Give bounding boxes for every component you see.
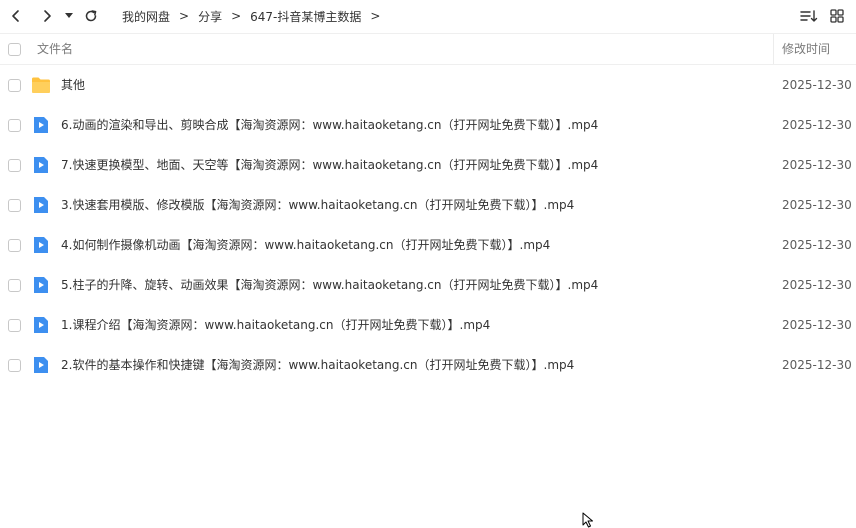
folder-icon xyxy=(32,77,50,93)
breadcrumb: 我的网盘 > 分享 > 647-抖音某博主数据 > xyxy=(122,0,389,32)
file-name: 5.柱子的升降、旋转、动画效果【海淘资源网：www.haitaoketang.c… xyxy=(61,278,599,292)
video-file-icon xyxy=(34,357,48,373)
row-checkbox[interactable] xyxy=(8,319,21,332)
video-file-icon xyxy=(34,317,48,333)
file-name: 6.动画的渲染和导出、剪映合成【海淘资源网：www.haitaoketang.c… xyxy=(61,118,599,132)
file-modified-time: 2025-12-30 1 xyxy=(782,358,856,372)
video-file-icon xyxy=(34,117,48,133)
file-row[interactable]: 6.动画的渲染和导出、剪映合成【海淘资源网：www.haitaoketang.c… xyxy=(0,105,856,145)
breadcrumb-item-current-folder[interactable]: 647-抖音某博主数据 xyxy=(250,8,361,25)
caret-down-icon xyxy=(65,13,73,18)
file-modified-time: 2025-12-30 1 xyxy=(782,198,856,212)
file-modified-time: 2025-12-30 1 xyxy=(782,318,856,332)
breadcrumb-item-share[interactable]: 分享 xyxy=(198,8,222,25)
breadcrumb-separator: > xyxy=(179,9,190,23)
file-list: 其他 2025-12-30 1 6.动画的渲染和导出、剪映合成【海淘资源网：ww… xyxy=(0,65,856,385)
file-modified-time: 2025-12-30 1 xyxy=(782,78,856,92)
row-checkbox[interactable] xyxy=(8,279,21,292)
mouse-cursor-icon xyxy=(582,512,593,528)
refresh-icon xyxy=(85,10,97,22)
back-button[interactable] xyxy=(6,6,26,26)
file-name: 4.如何制作摄像机动画【海淘资源网：www.haitaoketang.cn（打开… xyxy=(61,238,551,252)
file-row[interactable]: 2.软件的基本操作和快捷键【海淘资源网：www.haitaoketang.cn（… xyxy=(0,345,856,385)
row-checkbox[interactable] xyxy=(8,79,21,92)
file-modified-time: 2025-12-30 1 xyxy=(782,278,856,292)
history-dropdown-button[interactable] xyxy=(60,6,78,26)
row-checkbox[interactable] xyxy=(8,119,21,132)
file-row[interactable]: 5.柱子的升降、旋转、动画效果【海淘资源网：www.haitaoketang.c… xyxy=(0,265,856,305)
file-name: 2.软件的基本操作和快捷键【海淘资源网：www.haitaoketang.cn（… xyxy=(61,358,575,372)
forward-button[interactable] xyxy=(37,6,57,26)
file-name: 7.快速更换模型、地面、天空等【海淘资源网：www.haitaoketang.c… xyxy=(61,158,599,172)
file-name: 1.课程介绍【海淘资源网：www.haitaoketang.cn（打开网址免费下… xyxy=(61,318,491,332)
breadcrumb-item-my-drive[interactable]: 我的网盘 xyxy=(122,8,170,25)
folder-row[interactable]: 其他 2025-12-30 1 xyxy=(0,65,856,105)
file-modified-time: 2025-12-30 1 xyxy=(782,238,856,252)
sort-button[interactable] xyxy=(799,6,819,26)
column-header-modified[interactable]: 修改时间 xyxy=(782,34,830,64)
chevron-left-icon xyxy=(12,10,19,22)
column-divider[interactable] xyxy=(773,34,774,64)
row-checkbox[interactable] xyxy=(8,359,21,372)
breadcrumb-expand[interactable]: > xyxy=(370,9,380,23)
video-file-icon xyxy=(34,197,48,213)
grid-view-button[interactable] xyxy=(827,6,847,26)
video-file-icon xyxy=(34,277,48,293)
refresh-button[interactable] xyxy=(81,6,101,26)
file-row[interactable]: 1.课程介绍【海淘资源网：www.haitaoketang.cn（打开网址免费下… xyxy=(0,305,856,345)
file-list-header: 文件名 修改时间 xyxy=(0,33,856,65)
file-modified-time: 2025-12-30 1 xyxy=(782,158,856,172)
video-file-icon xyxy=(34,157,48,173)
file-row[interactable]: 3.快速套用模版、修改模版【海淘资源网：www.haitaoketang.cn（… xyxy=(0,185,856,225)
row-checkbox[interactable] xyxy=(8,239,21,252)
row-checkbox[interactable] xyxy=(8,199,21,212)
file-modified-time: 2025-12-30 1 xyxy=(782,118,856,132)
toolbar: 我的网盘 > 分享 > 647-抖音某博主数据 > xyxy=(0,0,856,32)
file-name: 其他 xyxy=(61,78,86,92)
chevron-right-icon xyxy=(44,10,51,22)
sort-icon xyxy=(800,10,818,22)
row-checkbox[interactable] xyxy=(8,159,21,172)
column-header-name[interactable]: 文件名 xyxy=(37,34,73,64)
grid-view-icon xyxy=(830,9,844,23)
file-name: 3.快速套用模版、修改模版【海淘资源网：www.haitaoketang.cn（… xyxy=(61,198,575,212)
select-all-checkbox[interactable] xyxy=(8,43,21,56)
file-row[interactable]: 7.快速更换模型、地面、天空等【海淘资源网：www.haitaoketang.c… xyxy=(0,145,856,185)
video-file-icon xyxy=(34,237,48,253)
file-row[interactable]: 4.如何制作摄像机动画【海淘资源网：www.haitaoketang.cn（打开… xyxy=(0,225,856,265)
breadcrumb-separator: > xyxy=(231,9,242,23)
